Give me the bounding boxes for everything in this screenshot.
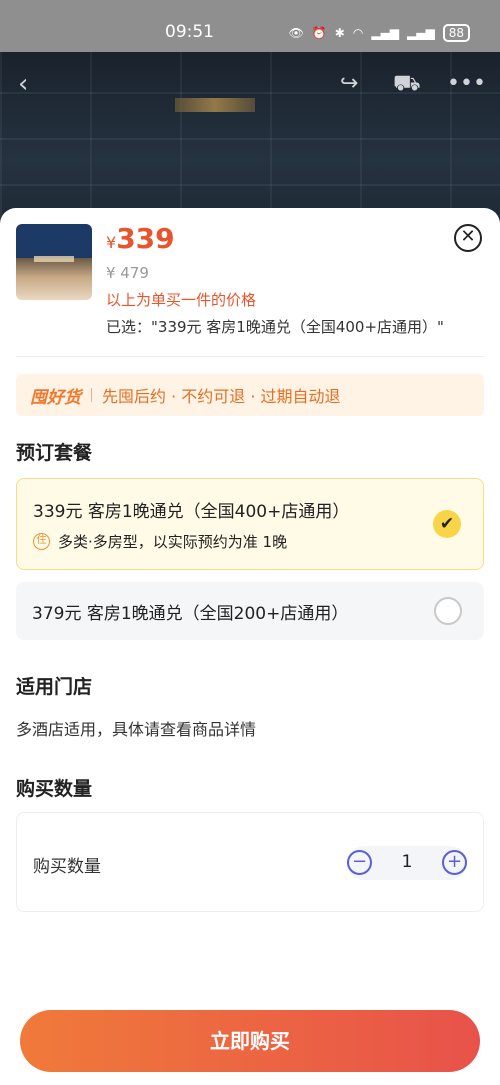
promo-text: 先囤后约 · 不约可退 · 过期自动退 bbox=[102, 387, 341, 406]
price-note: 以上为单买一件的价格 bbox=[106, 291, 257, 309]
building-lights bbox=[175, 98, 255, 112]
package-option[interactable]: 379元 客房1晚通兑（全国200+店通用） bbox=[16, 582, 484, 640]
more-dots-icon[interactable]: ••• bbox=[447, 68, 486, 100]
eye-icon: 👁 bbox=[288, 26, 304, 40]
package-option-name: 379元 客房1晚通兑（全国200+店通用） bbox=[32, 604, 349, 624]
package-option-name: 339元 客房1晚通兑（全国400+店通用） bbox=[33, 502, 350, 522]
product-thumbnail bbox=[16, 224, 92, 300]
promo-separator bbox=[91, 388, 92, 402]
promo-banner: 囤好货 先囤后约 · 不约可退 · 过期自动退 bbox=[16, 374, 484, 416]
current-price: ¥339 bbox=[106, 222, 175, 255]
purchase-sheet: ¥339 ¥ 479 以上为单买一件的价格 已选："339元 客房1晚通兑（全国… bbox=[0, 208, 500, 1085]
status-bar: 09:51 👁 ⏰ ✱ ◠ ▂▄▆ ▂▄▆ 88 bbox=[0, 0, 500, 52]
wifi-icon: ◠ bbox=[352, 26, 364, 40]
back-arrow-icon[interactable]: ‹ bbox=[18, 68, 28, 100]
plus-icon[interactable]: + bbox=[442, 850, 467, 875]
close-button[interactable]: ✕ bbox=[454, 224, 482, 252]
battery-icon: 88 bbox=[442, 24, 470, 42]
radio-unchecked-icon[interactable] bbox=[434, 597, 462, 625]
currency-symbol: ¥ bbox=[106, 233, 117, 252]
package-option[interactable]: 339元 客房1晚通兑（全国400+店通用） 住 多类·多房型，以实际预约为准 … bbox=[16, 478, 484, 570]
selected-summary: 已选："339元 客房1晚通兑（全国400+店通用）" bbox=[106, 318, 444, 336]
store-section-title: 适用门店 bbox=[16, 676, 93, 698]
5g-signal-icon: ▂▄▆ bbox=[407, 26, 435, 40]
share-icon[interactable]: ↪ bbox=[340, 68, 358, 100]
5g-signal-icon: ▂▄▆ bbox=[371, 26, 400, 40]
buy-now-button[interactable]: 立即购买 bbox=[20, 1010, 480, 1072]
check-icon[interactable]: ✔ bbox=[433, 510, 461, 538]
bluetooth-icon: ✱ bbox=[334, 26, 345, 40]
divider bbox=[16, 356, 484, 357]
close-icon: ✕ bbox=[460, 226, 476, 247]
quantity-label: 购买数量 bbox=[33, 857, 101, 877]
quantity-section-title: 购买数量 bbox=[16, 778, 93, 800]
package-option-detail: 住 多类·多房型，以实际预约为准 1晚 bbox=[33, 531, 287, 552]
stay-icon: 住 bbox=[33, 533, 50, 550]
store-section-text: 多酒店适用，具体请查看商品详情 bbox=[16, 720, 257, 739]
price-value: 339 bbox=[116, 222, 175, 255]
package-option-detail-text: 多类·多房型，以实际预约为准 1晚 bbox=[58, 533, 288, 551]
promo-tag: 囤好货 bbox=[30, 387, 81, 408]
minus-icon[interactable]: − bbox=[347, 850, 372, 875]
package-section-title: 预订套餐 bbox=[16, 442, 93, 464]
cart-icon[interactable]: ⛟ bbox=[393, 68, 421, 100]
quantity-stepper: − 1 + bbox=[347, 846, 467, 880]
alarm-icon: ⏰ bbox=[311, 26, 327, 40]
quantity-box: 购买数量 − 1 + bbox=[16, 812, 484, 912]
top-nav: ‹ ↪ ⛟ ••• bbox=[0, 68, 500, 100]
hotel-sign bbox=[34, 256, 74, 262]
quantity-value[interactable]: 1 bbox=[395, 852, 419, 872]
original-price: ¥ 479 bbox=[106, 264, 149, 282]
status-time: 09:51 bbox=[165, 22, 214, 42]
status-icons: 👁 ⏰ ✱ ◠ ▂▄▆ ▂▄▆ 88 bbox=[289, 24, 470, 42]
